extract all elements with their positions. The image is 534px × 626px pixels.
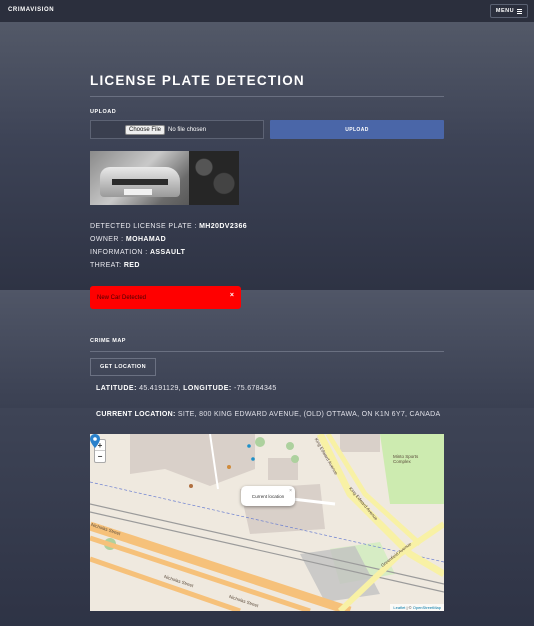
current-location-value: SITE, 800 KING EDWARD AVENUE, (OLD) OTTA… [177,411,441,418]
get-location-button[interactable]: GET LOCATION [90,358,156,376]
close-icon[interactable]: × [289,488,292,494]
owner-value: MOHAMAD [125,236,167,243]
poi-label: Minto Sports Complex [393,454,419,464]
owner-row: OWNER : MOHAMAD [90,236,166,243]
close-icon[interactable]: × [230,292,234,299]
street-label: King Edward Avenue [348,486,379,522]
longitude-value: -75.6784345 [233,385,277,392]
leaflet-link[interactable]: Leaflet [393,605,405,610]
alert-message: New Car Detected [97,294,147,301]
threat-value: RED [123,262,140,269]
attribution-separator: | © [405,605,413,610]
brand-logo[interactable]: CRIMAVISION [8,7,54,13]
information-row: INFORMATION : ASSAULT [90,249,185,256]
current-location-readout: CURRENT LOCATION: SITE, 800 KING EDWARD … [96,411,441,418]
popup-text: Current location [251,493,285,499]
map-street-labels: Nicholas Street Nicholas Street Nicholas… [90,434,444,611]
uploaded-car-image [90,151,239,205]
information-value: ASSAULT [149,249,186,256]
image-background-trees [189,151,239,205]
street-label: Nicholas Street [163,574,195,589]
page-title: LICENSE PLATE DETECTION [90,73,305,88]
current-location-label: CURRENT LOCATION: [96,411,176,418]
latitude-value: 45.4191129, [139,385,181,392]
street-label: King Edward Avenue [313,437,339,476]
street-label: Nicholas Street [90,522,122,537]
plate-label: DETECTED LICENSE PLATE : [90,223,197,230]
threat-label: THREAT: [90,262,122,269]
crime-map-divider [90,351,444,352]
detected-plate-row: DETECTED LICENSE PLATE : MH20DV2366 [90,223,247,230]
map-marker-icon[interactable] [90,434,100,448]
information-label: INFORMATION : [90,249,148,256]
location-map[interactable]: Nicholas Street Nicholas Street Nicholas… [90,434,444,611]
choose-file-button[interactable]: Choose File [125,124,166,135]
detection-section [0,22,534,290]
coordinates-readout: LATITUDE: 45.4191129, LONGITUDE: -75.678… [96,385,277,392]
no-file-text: No file chosen [168,126,207,133]
title-divider [90,96,444,97]
threat-row: THREAT: RED [90,262,140,269]
plate-value: MH20DV2366 [199,223,248,230]
longitude-label: LONGITUDE: [183,385,232,392]
owner-label: OWNER : [90,236,124,243]
street-label: Greenfield Avenue [380,541,413,568]
image-car-grille [112,179,168,185]
top-navbar: CRIMAVISION MENU [0,0,534,22]
street-label: Nicholas Street [228,594,260,609]
image-license-plate [124,189,152,195]
new-car-alert: New Car Detected × [90,286,241,309]
file-input[interactable]: Choose File No file chosen [90,120,264,139]
location-popup: Current location × [241,486,295,506]
crime-map-label: CRIME MAP [90,338,126,344]
map-attribution: Leaflet | © OpenStreetMap [390,604,444,611]
menu-label: MENU [495,8,515,14]
upload-button[interactable]: UPLOAD [270,120,444,139]
upload-label: UPLOAD [90,109,117,115]
hamburger-icon [517,8,523,14]
osm-link[interactable]: OpenStreetMap [413,605,441,610]
latitude-label: LATITUDE: [96,385,137,392]
menu-button[interactable]: MENU [490,4,528,18]
zoom-out-button[interactable]: − [95,451,105,462]
